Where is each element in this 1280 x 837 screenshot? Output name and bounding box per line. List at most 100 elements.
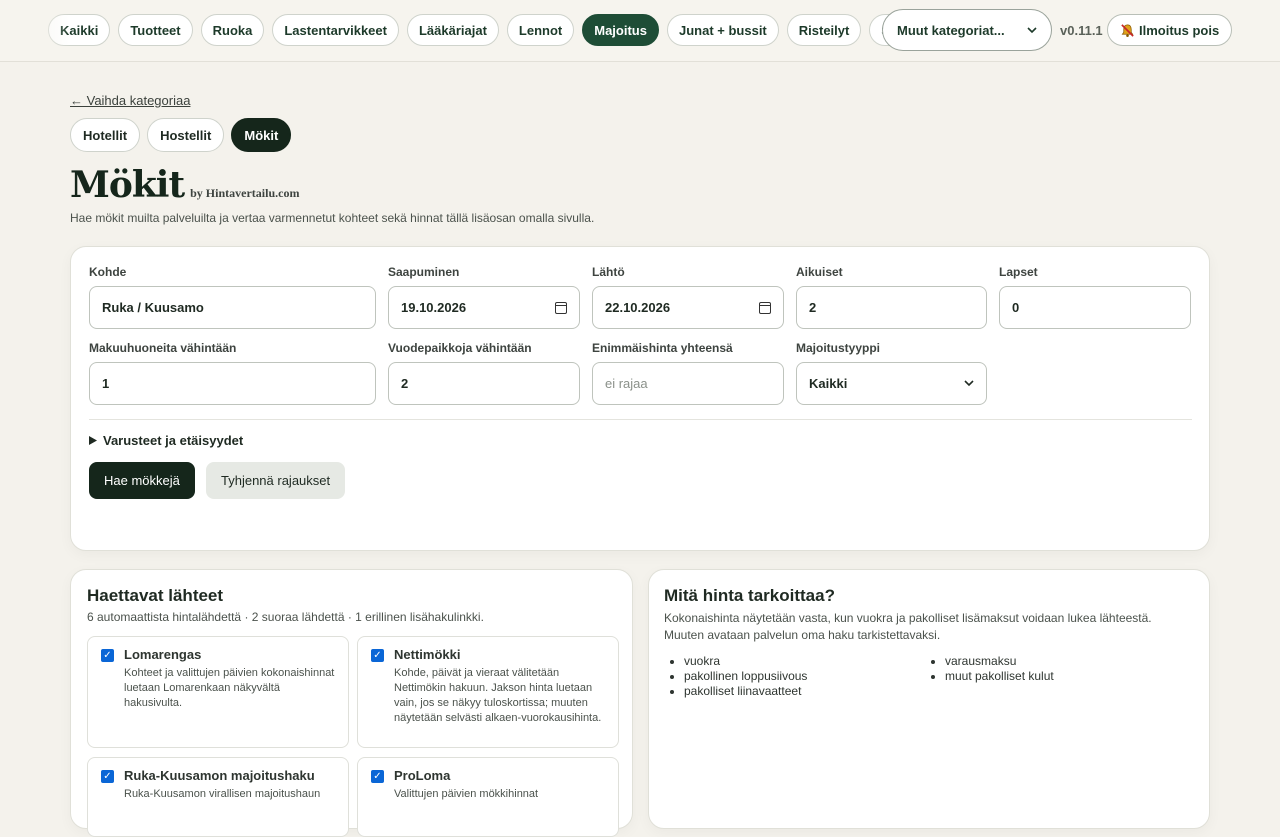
type-field-group: Majoitustyyppi Kaikki xyxy=(796,341,987,405)
notification-toggle-button[interactable]: Ilmoitus pois xyxy=(1107,14,1233,46)
top-navigation: Kaikki Tuotteet Ruoka Lastentarvikkeet L… xyxy=(0,0,1280,62)
page-byline: by Hintavertailu.com xyxy=(190,186,300,200)
source-name: Ruka-Kuusamon majoitushaku xyxy=(124,768,315,783)
price-info-description: Kokonaishinta näytetään vasta, kun vuokr… xyxy=(664,611,1152,642)
checkbox-checked-icon[interactable]: ✓ xyxy=(101,649,114,662)
beds-label: Vuodepaikkoja vähintään xyxy=(388,341,532,355)
children-input[interactable]: 0 xyxy=(999,286,1191,329)
amenities-label: Varusteet ja etäisyydet xyxy=(103,433,244,448)
accommodation-type-select[interactable]: Kaikki xyxy=(796,362,987,405)
departure-date-input[interactable]: 22.10.2026 xyxy=(592,286,784,329)
source-name: Nettimökki xyxy=(394,647,461,662)
checkbox-checked-icon[interactable]: ✓ xyxy=(101,770,114,783)
more-categories-select[interactable]: Muut kategoriat... xyxy=(882,9,1052,51)
category-chips: Kaikki Tuotteet Ruoka Lastentarvikkeet L… xyxy=(48,14,933,46)
list-item: muut pakolliset kulut xyxy=(945,669,1054,684)
scroll-fade xyxy=(0,0,70,61)
source-description: Kohde, päivät ja vieraat välitetään Nett… xyxy=(394,667,602,724)
beds-input[interactable]: 2 xyxy=(388,362,580,405)
max-price-label: Enimmäishinta yhteensä xyxy=(592,341,733,355)
arrival-label: Saapuminen xyxy=(388,265,460,279)
source-item[interactable]: ✓ ProLoma Valittujen päivien mökkihinnat xyxy=(357,757,619,837)
adults-value: 2 xyxy=(809,300,817,315)
category-chip-majoitus[interactable]: Majoitus xyxy=(582,14,659,46)
clear-filters-button[interactable]: Tyhjennä rajaukset xyxy=(206,462,346,499)
list-item: pakolliset liinavaatteet xyxy=(684,684,807,699)
price-info-panel: Mitä hinta tarkoittaa? Kokonaishinta näy… xyxy=(648,569,1210,829)
destination-field-group: Kohde Ruka / Kuusamo xyxy=(89,265,376,329)
source-name: Lomarengas xyxy=(124,647,202,662)
sources-title: Haettavat lähteet xyxy=(87,586,224,605)
chevron-down-icon xyxy=(964,380,974,387)
source-item[interactable]: ✓ Nettimökki Kohde, päivät ja vieraat vä… xyxy=(357,636,619,748)
source-description: Kohteet ja valittujen päivien kokonaishi… xyxy=(124,667,335,709)
departure-field-group: Lähtö 22.10.2026 xyxy=(592,265,784,329)
source-name: ProLoma xyxy=(394,768,451,783)
arrival-date-input[interactable]: 19.10.2026 xyxy=(388,286,580,329)
source-item[interactable]: ✓ Lomarengas Kohteet ja valittujen päivi… xyxy=(87,636,349,748)
destination-label: Kohde xyxy=(89,265,127,279)
checkbox-checked-icon[interactable]: ✓ xyxy=(371,770,384,783)
source-item[interactable]: ✓ Ruka-Kuusamon majoitushaku Ruka-Kuusam… xyxy=(87,757,349,837)
category-chip-tuotteet[interactable]: Tuotteet xyxy=(118,14,193,46)
max-price-field-group: Enimmäishinta yhteensä ei rajaa xyxy=(592,341,784,405)
sources-panel: Haettavat lähteet 6 automaattista hintal… xyxy=(70,569,633,837)
bedrooms-label: Makuuhuoneita vähintään xyxy=(89,341,237,355)
price-components-list-left: vuokra pakollinen loppusiivous pakollise… xyxy=(664,654,807,699)
price-components-list-right: varausmaksu muut pakolliset kulut xyxy=(925,654,1054,684)
bedrooms-field-group: Makuuhuoneita vähintään 1 xyxy=(89,341,376,405)
sources-subtitle: 6 automaattista hintalähdettä · 2 suoraa… xyxy=(87,610,484,624)
category-chip-risteilyt[interactable]: Risteilyt xyxy=(786,14,862,46)
bell-off-icon xyxy=(1121,23,1134,37)
adults-input[interactable]: 2 xyxy=(796,286,987,329)
arrival-value: 19.10.2026 xyxy=(401,300,467,315)
more-categories-label: Muut kategoriat... xyxy=(897,22,1005,38)
subtab-mokit[interactable]: Mökit xyxy=(231,118,292,152)
calendar-icon[interactable] xyxy=(555,301,567,314)
form-divider xyxy=(89,419,1192,420)
triangle-right-icon xyxy=(89,436,97,445)
type-label: Majoitustyyppi xyxy=(796,341,881,355)
beds-value: 2 xyxy=(401,376,409,391)
list-item: vuokra xyxy=(684,654,807,669)
version-label: v0.11.1 xyxy=(1060,23,1103,38)
children-value: 0 xyxy=(1012,300,1020,315)
change-category-link[interactable]: ← Vaihda kategoriaa xyxy=(70,93,190,108)
notification-toggle-label: Ilmoitus pois xyxy=(1139,22,1220,38)
page-title: Mökit xyxy=(70,164,185,206)
bedrooms-input[interactable]: 1 xyxy=(89,362,376,405)
arrival-field-group: Saapuminen 19.10.2026 xyxy=(388,265,580,329)
calendar-icon[interactable] xyxy=(759,301,771,314)
category-chip-ruoka[interactable]: Ruoka xyxy=(200,14,265,46)
category-chip-lastentarvikkeet[interactable]: Lastentarvikkeet xyxy=(272,14,399,46)
max-price-placeholder: ei rajaa xyxy=(605,376,648,391)
search-form: Kohde Ruka / Kuusamo Saapuminen 19.10.20… xyxy=(70,246,1210,551)
departure-value: 22.10.2026 xyxy=(605,300,671,315)
subtab-hostellit[interactable]: Hostellit xyxy=(147,118,225,152)
bedrooms-value: 1 xyxy=(102,376,110,391)
beds-field-group: Vuodepaikkoja vähintään 2 xyxy=(388,341,580,405)
max-price-input[interactable]: ei rajaa xyxy=(592,362,784,405)
adults-label: Aikuiset xyxy=(796,265,843,279)
checkbox-checked-icon[interactable]: ✓ xyxy=(371,649,384,662)
search-button[interactable]: Hae mökkejä xyxy=(89,462,195,499)
amenities-disclosure[interactable]: Varusteet ja etäisyydet xyxy=(89,433,243,448)
children-field-group: Lapset 0 xyxy=(999,265,1191,329)
children-label: Lapset xyxy=(999,265,1038,279)
list-item: pakollinen loppusiivous xyxy=(684,669,807,684)
page-description: Hae mökit muilta palveluilta ja vertaa v… xyxy=(70,211,595,225)
adults-field-group: Aikuiset 2 xyxy=(796,265,987,329)
category-chip-laakariajat[interactable]: Lääkäriajat xyxy=(406,14,499,46)
departure-label: Lähtö xyxy=(592,265,625,279)
price-info-title: Mitä hinta tarkoittaa? xyxy=(664,586,835,605)
category-chip-junat-bussit[interactable]: Junat + bussit xyxy=(666,14,779,46)
title-row: Mökit by Hintavertailu.com xyxy=(70,164,299,206)
accommodation-subtabs: Hotellit Hostellit Mökit xyxy=(70,118,292,152)
destination-input[interactable]: Ruka / Kuusamo xyxy=(89,286,376,329)
chevron-down-icon xyxy=(1027,26,1037,33)
type-value: Kaikki xyxy=(809,376,848,391)
subtab-hotellit[interactable]: Hotellit xyxy=(70,118,141,152)
category-chip-lennot[interactable]: Lennot xyxy=(506,14,575,46)
list-item: varausmaksu xyxy=(945,654,1054,669)
destination-value: Ruka / Kuusamo xyxy=(102,300,204,315)
